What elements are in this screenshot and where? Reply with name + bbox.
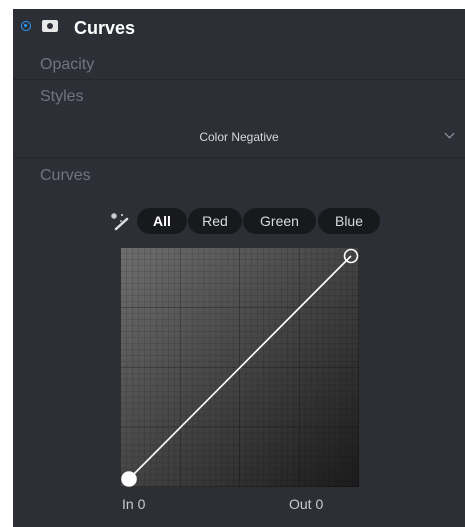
channel-tab-blue[interactable]: Blue	[318, 208, 380, 234]
auto-magic-wand-icon[interactable]	[109, 212, 131, 232]
opacity-label: Opacity	[40, 56, 95, 73]
style-dropdown-value: Color Negative	[199, 130, 279, 144]
style-dropdown[interactable]: Color Negative	[13, 126, 465, 150]
layer-title: Curves	[74, 18, 136, 38]
curve-graph[interactable]	[121, 248, 359, 487]
curve-editor[interactable]	[121, 248, 359, 487]
channel-tab-green[interactable]: Green	[243, 208, 316, 234]
curve-control-point[interactable]	[121, 471, 137, 487]
styles-label: Styles	[40, 88, 84, 105]
divider	[13, 79, 465, 80]
output-value-label: Out 0	[289, 496, 324, 512]
mask-icon	[42, 20, 58, 32]
input-value-label: In 0	[122, 496, 146, 512]
curves-panel: Curves Opacity Styles Color Negative Cur…	[13, 9, 465, 527]
channel-tab-red[interactable]: Red	[188, 208, 242, 234]
layer-header[interactable]: Curves	[13, 9, 465, 49]
curves-label: Curves	[40, 167, 91, 184]
radio-selected-icon[interactable]	[21, 21, 31, 31]
channel-tab-all[interactable]: All	[137, 208, 187, 234]
divider	[13, 157, 465, 158]
